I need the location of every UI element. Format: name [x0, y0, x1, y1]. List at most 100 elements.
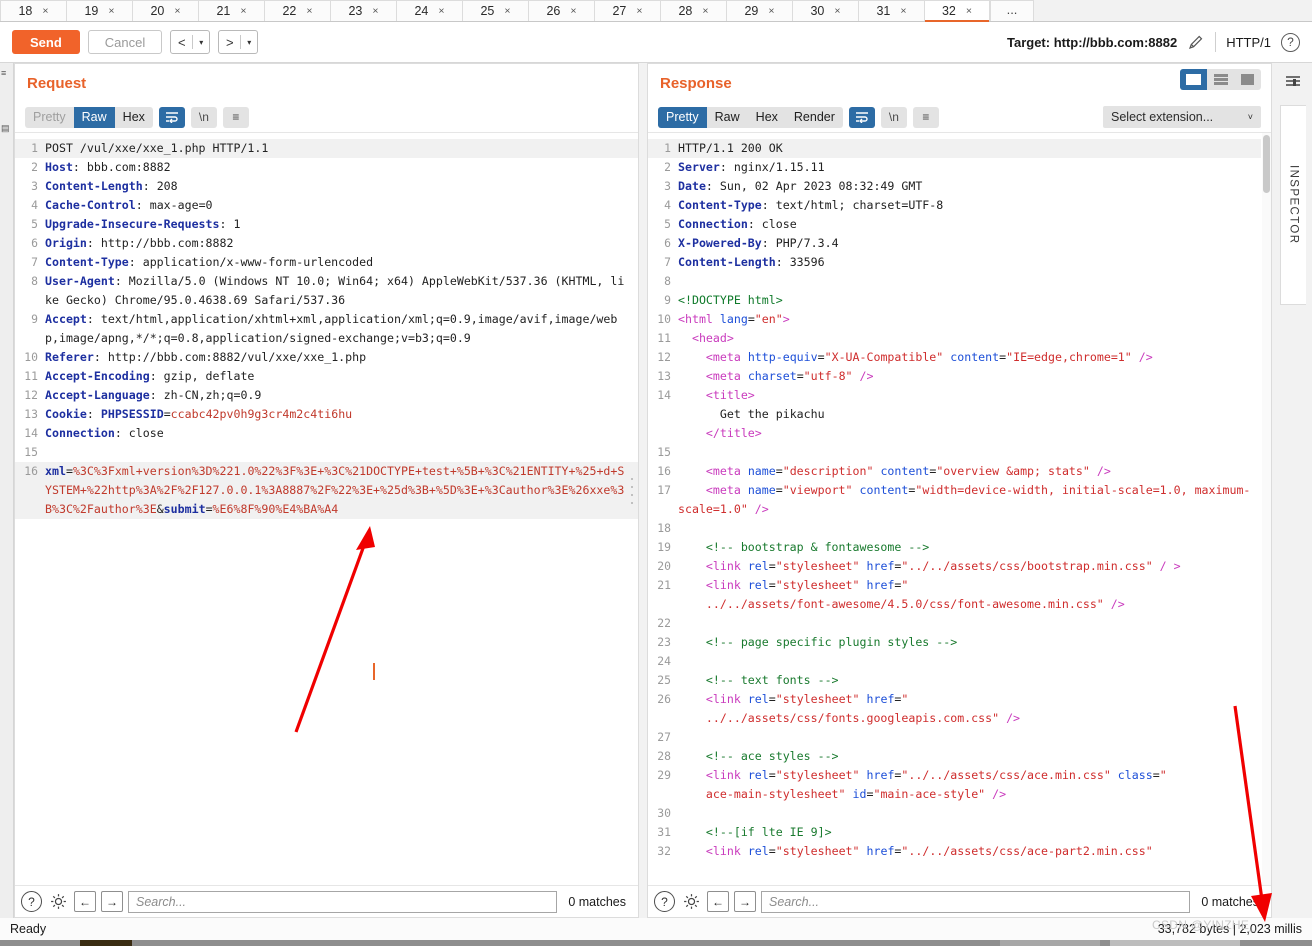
- http-version-label[interactable]: HTTP/1: [1226, 35, 1271, 50]
- response-find-gear-icon[interactable]: [680, 891, 702, 913]
- target-label: Target: http://bbb.com:8882: [1006, 34, 1178, 50]
- repeater-tab-25[interactable]: 25 ×: [462, 0, 528, 21]
- response-view-tabs[interactable]: Pretty Raw Hex Render: [658, 106, 843, 128]
- tab-close-icon[interactable]: ×: [438, 5, 444, 17]
- select-extension-dropdown[interactable]: Select extension... ˅: [1103, 106, 1261, 128]
- request-find-prev-button[interactable]: ←: [74, 891, 96, 912]
- repeater-tab-27[interactable]: 27 ×: [594, 0, 660, 21]
- line-number: 8: [664, 274, 671, 288]
- request-view-tab-hex[interactable]: Hex: [115, 107, 153, 128]
- request-editor[interactable]: 1 POST /vul/xxe/xxe_1.php HTTP/1.1 2 Host: …: [15, 132, 638, 885]
- response-view-tab-hex[interactable]: Hex: [748, 107, 786, 128]
- status-text: Ready: [10, 922, 47, 936]
- tab-close-icon[interactable]: ×: [504, 5, 510, 17]
- go-forward-arrow-icon[interactable]: >: [219, 31, 240, 53]
- code-text: Server: nginx/1.15.11: [678, 160, 825, 174]
- tab-close-icon[interactable]: ×: [702, 5, 708, 17]
- repeater-tab-18[interactable]: 18 ×: [0, 0, 66, 21]
- request-find-next-button[interactable]: →: [101, 891, 123, 912]
- code-text: Cookie: PHPSESSID=ccabc42pv0h9g3cr4m2c4t…: [45, 407, 353, 421]
- request-panel-header: Request: [15, 64, 638, 102]
- response-find-prev-button[interactable]: ←: [707, 891, 729, 912]
- request-title: Request: [27, 74, 87, 92]
- repeater-tab-31[interactable]: 31 ×: [858, 0, 924, 21]
- code-line: 3 Content-Length: 208: [15, 177, 638, 196]
- line-number: 8: [31, 274, 38, 288]
- request-search-input[interactable]: [128, 890, 558, 913]
- response-menu-hamburger-icon[interactable]: ≡: [912, 106, 939, 128]
- tab-close-icon[interactable]: ×: [240, 5, 246, 17]
- tab-overflow-button[interactable]: ...: [990, 0, 1034, 21]
- repeater-tab-30[interactable]: 30 ×: [792, 0, 858, 21]
- repeater-tab-24[interactable]: 24 ×: [396, 0, 462, 21]
- request-find-gear-icon[interactable]: [47, 891, 69, 913]
- tab-close-icon[interactable]: ×: [900, 5, 906, 17]
- repeater-tab-21[interactable]: 21 ×: [198, 0, 264, 21]
- repeater-tab-23[interactable]: 23 ×: [330, 0, 396, 21]
- request-find-help-icon[interactable]: ?: [21, 891, 42, 912]
- request-view-tabs[interactable]: Pretty Raw Hex: [25, 106, 153, 128]
- panel-resize-grip[interactable]: [628, 478, 636, 504]
- tab-close-icon[interactable]: ×: [108, 5, 114, 17]
- repeater-tab-28[interactable]: 28 ×: [660, 0, 726, 21]
- line-number: 15: [24, 445, 38, 459]
- tab-close-icon[interactable]: ×: [834, 5, 840, 17]
- response-view-tab-render[interactable]: Render: [786, 107, 843, 128]
- tab-close-icon[interactable]: ×: [306, 5, 312, 17]
- code-text: Connection: close: [678, 217, 797, 231]
- request-menu-hamburger-icon[interactable]: ≡: [222, 106, 249, 128]
- response-scrollbar-thumb[interactable]: [1263, 135, 1270, 193]
- cancel-button[interactable]: Cancel: [87, 30, 163, 54]
- line-number: 16: [24, 464, 38, 478]
- go-forward-chevron-down-icon[interactable]: ▾: [241, 31, 257, 53]
- response-find-next-button[interactable]: →: [734, 891, 756, 912]
- tab-close-icon[interactable]: ×: [636, 5, 642, 17]
- response-viewer[interactable]: 1 HTTP/1.1 200 OK 2 Server: nginx/1.15.11 3 D…: [648, 132, 1271, 885]
- response-view-tab-pretty[interactable]: Pretty: [658, 106, 707, 128]
- split-horizontal-view-button[interactable]: [1207, 69, 1234, 90]
- request-view-tab-raw[interactable]: Raw: [73, 106, 115, 128]
- code-text: Content-Length: 33596: [678, 255, 825, 269]
- right-rail: INSPECTOR: [1274, 63, 1312, 918]
- left-rail-collapse-icon[interactable]: ≡: [1, 68, 6, 78]
- go-back-split-button[interactable]: < ▾: [170, 30, 211, 54]
- go-forward-split-button[interactable]: > ▾: [218, 30, 259, 54]
- code-line: 14 Connection: close: [15, 424, 638, 443]
- response-search-input[interactable]: [761, 890, 1191, 913]
- inspector-toggle-icon[interactable]: [1282, 71, 1304, 93]
- send-button[interactable]: Send: [12, 30, 80, 54]
- inspector-tab[interactable]: INSPECTOR: [1280, 105, 1306, 305]
- go-back-arrow-icon[interactable]: <: [171, 31, 192, 53]
- response-scrollbar[interactable]: [1262, 133, 1271, 885]
- response-word-wrap-icon[interactable]: [848, 106, 875, 128]
- code-line: 4 Cache-Control: max-age=0: [15, 196, 638, 215]
- repeater-tab-26[interactable]: 26 ×: [528, 0, 594, 21]
- tab-close-icon[interactable]: ×: [42, 5, 48, 17]
- tab-close-icon[interactable]: ×: [372, 5, 378, 17]
- repeater-tab-19[interactable]: 19 ×: [66, 0, 132, 21]
- repeater-tab-22[interactable]: 22 ×: [264, 0, 330, 21]
- code-text: POST /vul/xxe/xxe_1.php HTTP/1.1: [45, 141, 269, 155]
- tab-close-icon[interactable]: ×: [966, 5, 972, 17]
- repeater-tab-29[interactable]: 29 ×: [726, 0, 792, 21]
- pencil-icon[interactable]: [1187, 33, 1205, 51]
- repeater-tab-32[interactable]: 32 ×: [924, 0, 990, 22]
- request-word-wrap-icon[interactable]: [158, 106, 185, 128]
- repeater-tab-20[interactable]: 20 ×: [132, 0, 198, 21]
- go-back-chevron-down-icon[interactable]: ▾: [193, 31, 209, 53]
- help-icon[interactable]: ?: [1281, 32, 1300, 52]
- tab-close-icon[interactable]: ×: [174, 5, 180, 17]
- response-newline-toggle[interactable]: \n: [880, 106, 907, 128]
- request-panel: Request Pretty Raw Hex \n ≡ 1 POST /vul/xxe…: [14, 63, 639, 918]
- line-number: 3: [664, 179, 671, 193]
- response-find-help-icon[interactable]: ?: [654, 891, 675, 912]
- target-area: Target: http://bbb.com:8882 HTTP/1 ?: [1007, 32, 1300, 52]
- code-text: HTTP/1.1 200 OK: [678, 141, 783, 155]
- tab-close-icon[interactable]: ×: [570, 5, 576, 17]
- tab-close-icon[interactable]: ×: [768, 5, 774, 17]
- left-rail-panel-icon[interactable]: ▤: [1, 123, 10, 134]
- response-view-tab-raw[interactable]: Raw: [707, 107, 748, 128]
- split-vertical-view-button[interactable]: [1180, 69, 1207, 90]
- single-view-button[interactable]: [1234, 69, 1261, 90]
- request-newline-toggle[interactable]: \n: [190, 106, 217, 128]
